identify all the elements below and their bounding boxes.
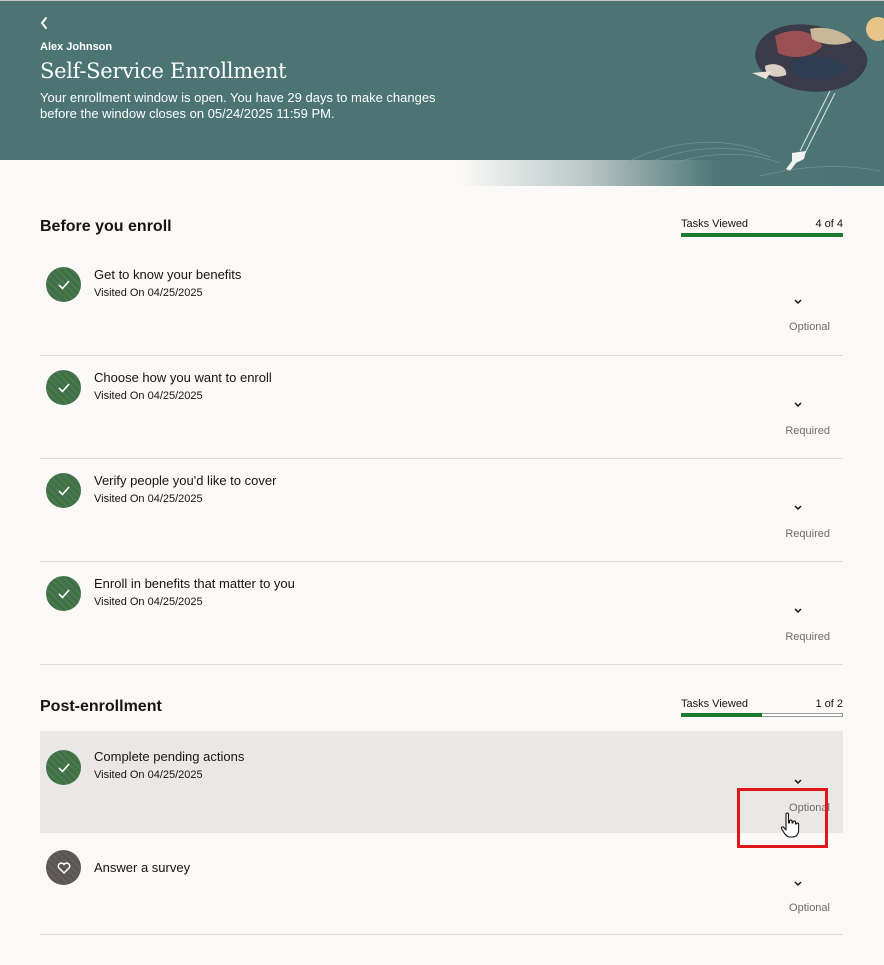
check-icon bbox=[46, 267, 81, 302]
chevron-down-icon[interactable] bbox=[792, 401, 804, 409]
task-verify-people[interactable]: Verify people you'd like to cover Visite… bbox=[40, 459, 843, 562]
section-title-post-enrollment: Post-enrollment bbox=[40, 698, 162, 715]
task-complete-pending-actions[interactable]: Complete pending actions Visited On 04/2… bbox=[40, 731, 843, 833]
hand-pointer-icon bbox=[780, 812, 800, 838]
enrollment-window-message: Your enrollment window is open. You have… bbox=[40, 90, 436, 121]
header-banner: Alex Johnson Self-Service Enrollment You… bbox=[0, 0, 884, 186]
section-title-before-enroll: Before you enroll bbox=[40, 218, 172, 235]
tasks-viewed-count: 4 of 4 bbox=[815, 218, 843, 230]
task-visited-date: Visited On 04/25/2025 bbox=[94, 287, 203, 299]
task-title: Verify people you'd like to cover bbox=[94, 473, 277, 488]
tasks-viewed-label: Tasks Viewed bbox=[681, 218, 749, 230]
status-badge: Required bbox=[785, 631, 830, 643]
chevron-down-icon[interactable] bbox=[792, 504, 804, 512]
check-icon bbox=[46, 750, 81, 785]
task-title: Complete pending actions bbox=[94, 749, 245, 764]
task-visited-date: Visited On 04/25/2025 bbox=[94, 493, 203, 505]
check-icon bbox=[46, 473, 81, 508]
tasks-viewed-count: 1 of 2 bbox=[815, 698, 843, 710]
task-get-to-know-benefits[interactable]: Get to know your benefits Visited On 04/… bbox=[40, 253, 843, 356]
task-title: Answer a survey bbox=[94, 860, 191, 875]
tasks-viewed-label: Tasks Viewed bbox=[681, 698, 749, 710]
task-visited-date: Visited On 04/25/2025 bbox=[94, 390, 203, 402]
progress-fill bbox=[681, 233, 843, 237]
chevron-down-icon[interactable] bbox=[792, 778, 804, 786]
task-enroll-benefits[interactable]: Enroll in benefits that matter to you Vi… bbox=[40, 562, 843, 665]
chevron-down-icon[interactable] bbox=[792, 880, 804, 888]
task-choose-how-enroll[interactable]: Choose how you want to enroll Visited On… bbox=[40, 356, 843, 459]
heart-icon bbox=[46, 850, 81, 885]
back-arrow-icon[interactable] bbox=[36, 14, 54, 32]
task-visited-date: Visited On 04/25/2025 bbox=[94, 769, 203, 781]
chevron-down-icon[interactable] bbox=[792, 607, 804, 615]
task-visited-date: Visited On 04/25/2025 bbox=[94, 596, 203, 608]
task-answer-survey[interactable]: Answer a survey Optional bbox=[40, 833, 843, 935]
banner-illustration bbox=[629, 17, 884, 177]
user-name: Alex Johnson bbox=[40, 41, 113, 53]
status-badge: Required bbox=[785, 528, 830, 540]
check-icon bbox=[46, 576, 81, 611]
check-icon bbox=[46, 370, 81, 405]
status-badge: Optional bbox=[789, 902, 830, 914]
task-title: Enroll in benefits that matter to you bbox=[94, 576, 295, 591]
page-title: Self-Service Enrollment bbox=[40, 59, 287, 83]
status-badge: Optional bbox=[789, 321, 830, 333]
status-badge: Required bbox=[785, 425, 830, 437]
task-title: Choose how you want to enroll bbox=[94, 370, 272, 385]
chevron-down-icon[interactable] bbox=[792, 298, 804, 306]
progress-fill bbox=[681, 713, 762, 717]
task-title: Get to know your benefits bbox=[94, 267, 242, 282]
